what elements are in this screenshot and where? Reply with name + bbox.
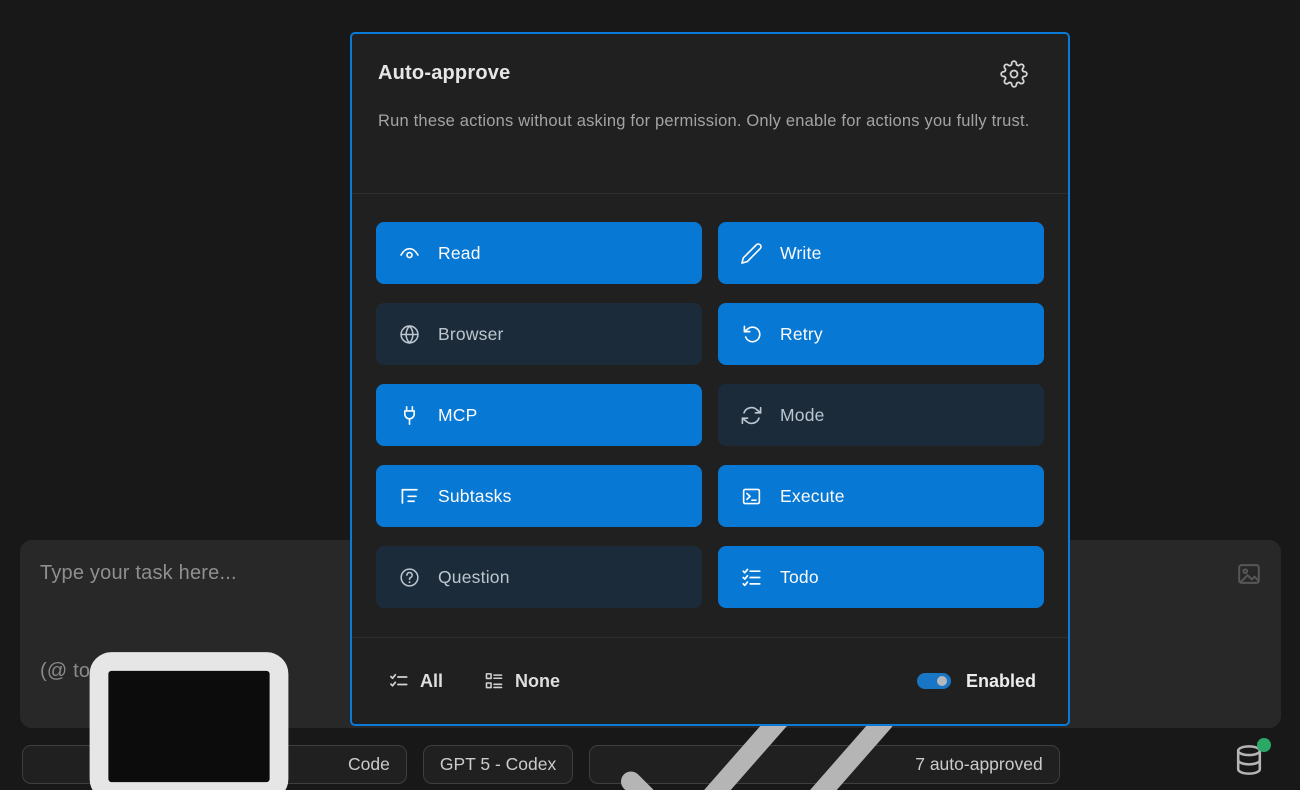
model-selector-button[interactable]: GPT 5 - Codex (423, 745, 573, 784)
mode-selector-label: Code (348, 754, 390, 775)
auto-approve-toggle-retry[interactable]: Retry (718, 303, 1044, 365)
enabled-toggle[interactable] (917, 673, 951, 689)
laptop-icon (39, 614, 339, 790)
bottom-bar: Code GPT 5 - Codex 7 auto-approved (0, 738, 1300, 790)
image-icon[interactable] (1235, 560, 1263, 588)
sync-icon (740, 404, 763, 427)
auto-approve-toggle-subtasks[interactable]: Subtasks (376, 465, 702, 527)
toggle-knob (937, 676, 947, 686)
enabled-toggle-group: Enabled (917, 671, 1036, 692)
eye-icon (398, 242, 421, 265)
auto-approve-grid: Read Write Browser Retry MCP Mode Subtas… (352, 194, 1068, 637)
square-list-icon (483, 670, 505, 692)
list-tree-icon (398, 485, 421, 508)
question-icon (398, 566, 421, 589)
pencil-icon (740, 242, 763, 265)
select-all-button[interactable]: All (388, 670, 443, 692)
auto-approve-toggle-write[interactable]: Write (718, 222, 1044, 284)
auto-approve-toggle-read[interactable]: Read (376, 222, 702, 284)
auto-approve-toggle-todo[interactable]: Todo (718, 546, 1044, 608)
auto-approve-toggle-execute[interactable]: Execute (718, 465, 1044, 527)
enabled-label: Enabled (966, 671, 1036, 692)
auto-approve-toggle-mode[interactable]: Mode (718, 384, 1044, 446)
gear-icon[interactable] (1000, 60, 1028, 88)
popover-title: Auto-approve (378, 62, 1042, 85)
globe-icon (398, 323, 421, 346)
terminal-icon (740, 485, 763, 508)
mode-selector-button[interactable]: Code (22, 745, 407, 784)
select-none-button[interactable]: None (483, 670, 560, 692)
select-all-label: All (420, 671, 443, 692)
check-list-icon (388, 670, 410, 692)
database-icon[interactable] (1231, 742, 1267, 778)
auto-approved-count-label: 7 auto-approved (915, 754, 1042, 775)
auto-approved-count-button[interactable]: 7 auto-approved (589, 745, 1059, 784)
select-none-label: None (515, 671, 560, 692)
auto-approve-toggle-mcp[interactable]: MCP (376, 384, 702, 446)
status-dot (1257, 738, 1271, 752)
task-input-placeholder: Type your task here... (40, 562, 237, 585)
auto-approve-footer: All None Enabled (352, 637, 1068, 724)
retry-icon (740, 323, 763, 346)
auto-approve-toggle-question[interactable]: Question (376, 546, 702, 608)
auto-approve-popover: Auto-approve Run these actions without a… (350, 32, 1070, 726)
auto-approve-toggle-browser[interactable]: Browser (376, 303, 702, 365)
model-selector-label: GPT 5 - Codex (440, 754, 556, 775)
plug-icon (398, 404, 421, 427)
auto-approve-header: Auto-approve Run these actions without a… (352, 34, 1068, 194)
popover-description: Run these actions without asking for per… (378, 107, 1033, 136)
checklist-icon (740, 566, 763, 589)
